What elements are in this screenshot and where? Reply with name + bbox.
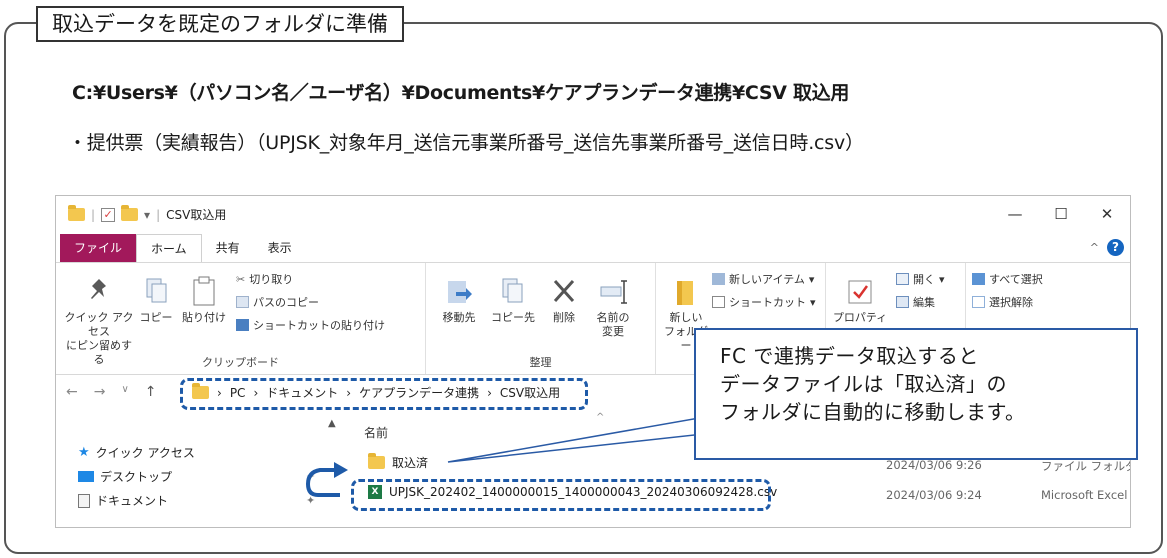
select-all-button[interactable]: すべて選択 — [972, 271, 1043, 287]
folder-icon[interactable] — [68, 205, 85, 221]
file-highlight — [351, 479, 771, 511]
quick-access-toolbar: | ✓ ▾ | CSV取込用 — [68, 205, 227, 223]
cut-button[interactable]: ✂ 切り取り — [236, 271, 293, 287]
section-heading: 取込データを既定のフォルダに準備 — [36, 6, 404, 42]
maximize-button[interactable]: ☐ — [1038, 196, 1084, 232]
paste-button[interactable]: 貼り付け — [180, 275, 228, 325]
minimize-button[interactable]: — — [992, 196, 1038, 232]
star-icon: ★ — [78, 445, 90, 460]
scissors-icon: ✂ — [236, 272, 246, 286]
file-type: Microsoft Excel CS... — [1041, 488, 1130, 502]
sort-indicator-icon: ^ — [596, 412, 605, 423]
file-name-format-text: ・提供票（実績報告）（UPJSK_対象年月_送信元事業所番号_送信先事業所番号_… — [68, 132, 864, 154]
tab-view[interactable]: 表示 — [254, 234, 306, 262]
ribbon-tabs: ファイル ホーム 共有 表示 — [56, 232, 1130, 262]
pin-icon[interactable]: ✦ — [306, 470, 315, 483]
tab-file[interactable]: ファイル — [60, 234, 137, 262]
new-item-button[interactable]: 新しいアイテム ▾ — [712, 271, 814, 287]
pin-icon[interactable]: ✦ — [306, 494, 315, 507]
callout-line-2: データファイルは「取込済」の — [720, 372, 1007, 396]
move-to-button[interactable]: 移動先 — [434, 275, 484, 325]
delete-button[interactable]: 削除 — [544, 275, 584, 325]
properties-icon — [848, 280, 872, 304]
help-icon[interactable]: ? — [1107, 239, 1124, 256]
callout-box: FC で連携データ取込すると データファイルは「取込済」の フォルダに自動的に移… — [694, 328, 1138, 460]
nav-desktop[interactable]: デスクトップ — [78, 468, 172, 485]
select-none-icon — [972, 296, 985, 308]
window-controls: — ☐ ✕ — [992, 196, 1130, 232]
edit-icon — [896, 296, 909, 308]
rename-icon — [600, 280, 627, 304]
properties-button[interactable]: プロパティ — [830, 275, 890, 325]
move-to-icon — [448, 281, 472, 303]
select-none-button[interactable]: 選択解除 — [972, 294, 1033, 310]
recent-chevron-icon[interactable]: ∨ — [121, 384, 128, 400]
tab-home[interactable]: ホーム — [136, 234, 202, 262]
column-header-name[interactable]: 名前 — [364, 424, 388, 441]
organize-group: 移動先 コピー先 削除 名前の 変更 整理 — [426, 263, 656, 374]
folder-icon — [368, 453, 385, 469]
rename-button[interactable]: 名前の 変更 — [588, 275, 638, 339]
folder-path-text: C:¥Users¥（パソコン名／ユーザ名）¥Documents¥ケアプランデータ… — [72, 82, 850, 104]
list-item[interactable]: 取込済 — [368, 453, 429, 471]
forward-arrow-icon[interactable]: → — [94, 384, 106, 400]
back-arrow-icon[interactable]: ← — [66, 384, 78, 400]
paste-shortcut-icon — [236, 319, 249, 331]
address-highlight — [180, 378, 588, 410]
pin-icon — [91, 279, 106, 299]
window-title: CSV取込用 — [166, 208, 227, 222]
copy-path-icon — [236, 296, 249, 308]
navigation-pane: ▲ ★ クイック アクセス デスクトップ ドキュメント ✦ ✦ — [56, 410, 346, 527]
select-all-icon — [972, 273, 985, 285]
open-icon — [896, 273, 909, 285]
clipboard-group: クイック アクセス にピン留めする コピー 貼り付け ✂ 切り取り パスのコピー — [56, 263, 426, 374]
copy-icon — [146, 278, 167, 303]
properties-check-icon[interactable]: ✓ — [101, 207, 116, 222]
delete-icon — [553, 279, 575, 303]
copy-to-icon — [502, 278, 523, 303]
document-icon — [78, 493, 90, 508]
callout-line-1: FC で連携データ取込すると — [720, 344, 979, 368]
paste-icon — [193, 276, 215, 306]
tab-share[interactable]: 共有 — [202, 234, 254, 262]
file-type: ファイル フォルダー — [1041, 459, 1130, 473]
file-date: 2024/03/06 9:24 — [886, 488, 982, 502]
desktop-icon — [78, 471, 94, 482]
title-bar: | ✓ ▾ | CSV取込用 — ☐ ✕ — [56, 196, 1130, 232]
new-folder-icon[interactable] — [121, 205, 139, 221]
file-date: 2024/03/06 9:26 — [886, 458, 982, 472]
scroll-up-icon[interactable]: ▲ — [328, 418, 336, 429]
callout-line-3: フォルダに自動的に移動します。 — [720, 400, 1026, 424]
shortcut-icon — [712, 296, 725, 308]
copy-to-button[interactable]: コピー先 — [488, 275, 538, 325]
shortcut-button[interactable]: ショートカット ▾ — [712, 294, 816, 310]
new-folder-icon — [677, 281, 693, 305]
customize-toolbar-icon[interactable]: ▾ — [144, 208, 150, 222]
file-name: 取込済 — [392, 456, 429, 470]
close-button[interactable]: ✕ — [1084, 196, 1130, 232]
nav-documents[interactable]: ドキュメント — [78, 492, 168, 509]
clipboard-group-label: クリップボード — [202, 356, 279, 369]
open-button[interactable]: 開く ▾ — [896, 271, 945, 287]
nav-quick-access[interactable]: ★ クイック アクセス — [78, 444, 195, 461]
paste-shortcut-button[interactable]: ショートカットの貼り付け — [236, 317, 385, 333]
collapse-ribbon-icon[interactable]: ^ — [1090, 241, 1099, 254]
up-arrow-icon[interactable]: ↑ — [145, 384, 157, 400]
copy-path-button[interactable]: パスのコピー — [236, 294, 319, 310]
edit-button[interactable]: 編集 — [896, 294, 935, 310]
navigation-buttons: ← → ∨ ↑ — [66, 384, 157, 400]
copy-button[interactable]: コピー — [138, 275, 174, 325]
new-item-icon — [712, 273, 725, 285]
organize-group-label: 整理 — [529, 356, 552, 369]
